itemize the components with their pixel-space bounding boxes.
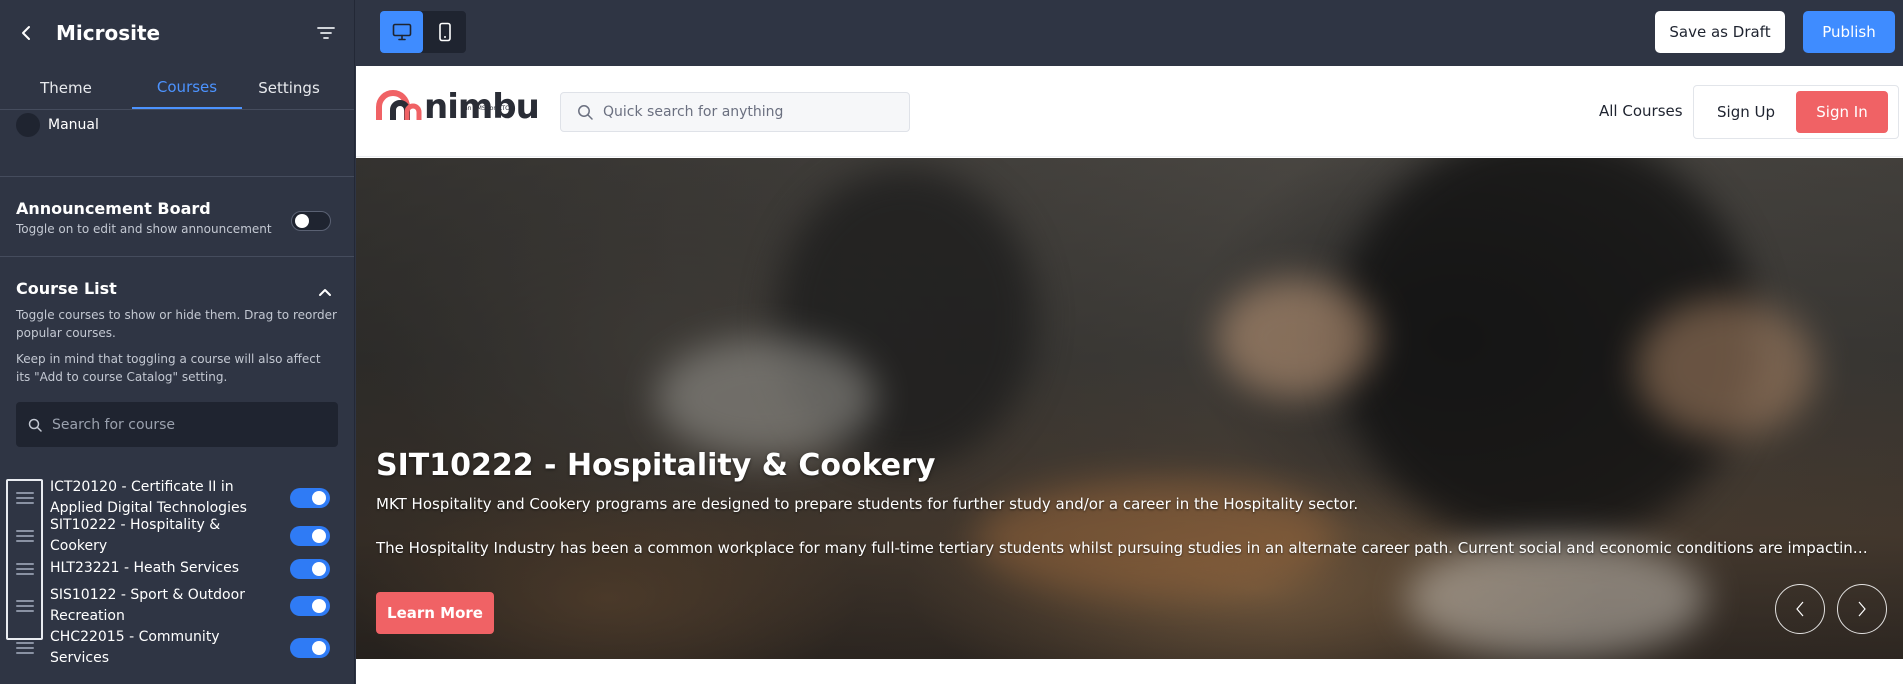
course-list-title: Course List <box>16 279 117 298</box>
course-item[interactable]: ICT20120 - Certificate II in Applied Dig… <box>0 477 354 519</box>
course-name: SIS10122 - Sport & Outdoor Recreation <box>50 587 245 624</box>
course-item[interactable]: HLT23221 - Heath Services <box>0 552 354 585</box>
course-search-input[interactable] <box>52 416 312 433</box>
course-search-field[interactable] <box>16 402 338 447</box>
course-list-description: Toggle courses to show or hide them. Dra… <box>16 308 337 340</box>
course-name: ICT20120 - Certificate II in Applied Dig… <box>50 479 247 516</box>
save-draft-button[interactable]: Save as Draft <box>1655 11 1785 53</box>
sign-up-button[interactable]: Sign Up <box>1696 91 1796 133</box>
hero-content: SIT10222 - Hospitality & Cookery MKT Hos… <box>376 448 1876 557</box>
carousel-prev-button[interactable] <box>1775 584 1825 634</box>
announcement-description: Toggle on to edit and show announcement <box>16 222 272 236</box>
learn-more-button[interactable]: Learn More <box>376 592 494 634</box>
carousel-next-button[interactable] <box>1837 584 1887 634</box>
app-title: Microsite <box>56 21 161 45</box>
chevron-left-icon <box>22 26 30 40</box>
course-item[interactable]: SIS10122 - Sport & Outdoor Recreation <box>0 585 354 627</box>
logo-tagline: an LMS for RTOs <box>464 105 514 112</box>
hero-description-more: The Hospitality Industry has been a comm… <box>376 539 1876 557</box>
drag-handle-icon[interactable] <box>16 492 34 504</box>
editor-topbar: Save as Draft Publish <box>356 0 1903 66</box>
course-toggle[interactable] <box>290 596 330 616</box>
device-toggle <box>380 11 466 53</box>
manual-option[interactable]: Manual <box>0 112 354 138</box>
announcement-board-section: Announcement Board Toggle on to edit and… <box>0 177 354 256</box>
course-name: SIT10222 - Hospitality & Cookery <box>50 516 221 554</box>
mobile-view-button[interactable] <box>423 11 466 53</box>
drag-handle-icon[interactable] <box>16 562 34 575</box>
hero-banner: SIT10222 - Hospitality & Cookery MKT Hos… <box>356 158 1903 659</box>
drag-handle-icon[interactable] <box>16 600 34 612</box>
back-button[interactable] <box>16 23 36 43</box>
course-toggle[interactable] <box>290 638 330 658</box>
sidebar-header: Microsite <box>0 0 354 66</box>
search-icon <box>28 418 42 432</box>
course-item[interactable]: CHC22015 - Community Services <box>0 627 354 669</box>
course-item[interactable]: SIT10222 - Hospitality & Cookery <box>0 517 354 554</box>
hero-title: SIT10222 - Hospitality & Cookery <box>376 448 936 483</box>
course-list: ICT20120 - Certificate II in Applied Dig… <box>0 477 354 669</box>
course-toggle[interactable] <box>290 488 330 508</box>
tab-theme[interactable]: Theme <box>0 66 132 109</box>
tab-settings[interactable]: Settings <box>242 66 336 109</box>
course-list-note: Keep in mind that toggling a course will… <box>16 352 321 384</box>
course-list-section: Course List Toggle courses to show or hi… <box>0 257 354 447</box>
filter-button[interactable] <box>314 21 338 45</box>
course-toggle[interactable] <box>290 558 330 579</box>
tab-courses[interactable]: Courses <box>132 66 242 109</box>
nav-all-courses[interactable]: All Courses <box>1599 102 1683 120</box>
announcement-toggle[interactable] <box>291 211 331 231</box>
sidebar-tabs: Theme Courses Settings <box>0 66 354 110</box>
chevron-left-icon <box>1796 601 1804 617</box>
manual-radio[interactable] <box>16 113 40 137</box>
mobile-icon <box>438 22 451 42</box>
desktop-view-button[interactable] <box>380 11 423 53</box>
search-icon <box>578 105 593 120</box>
drag-handle-icon[interactable] <box>16 529 34 542</box>
sidebar: Microsite Theme Courses Settings Manual … <box>0 0 355 684</box>
site-search-field[interactable] <box>560 92 910 132</box>
course-toggle[interactable] <box>290 525 330 546</box>
site-search-input[interactable] <box>603 104 903 120</box>
hero-description: MKT Hospitality and Cookery programs are… <box>376 495 1359 513</box>
course-name: CHC22015 - Community Services <box>50 629 220 666</box>
site-logo[interactable]: nimbu <box>376 90 540 124</box>
publish-button[interactable]: Publish <box>1803 11 1895 53</box>
chevron-right-icon <box>1858 601 1866 617</box>
filter-icon <box>317 27 335 39</box>
drag-handle-icon[interactable] <box>16 642 34 654</box>
manual-label: Manual <box>48 117 99 133</box>
nimbu-logo-icon <box>376 90 422 120</box>
site-header: nimbu an LMS for RTOs All Courses Sign U… <box>356 66 1903 157</box>
sign-in-button[interactable]: Sign In <box>1796 91 1888 133</box>
chevron-up-icon[interactable] <box>318 285 332 299</box>
desktop-icon <box>392 23 411 41</box>
course-name: HLT23221 - Heath Services <box>50 560 240 576</box>
announcement-title: Announcement Board <box>16 199 211 218</box>
site-preview: nimbu an LMS for RTOs All Courses Sign U… <box>356 66 1903 684</box>
